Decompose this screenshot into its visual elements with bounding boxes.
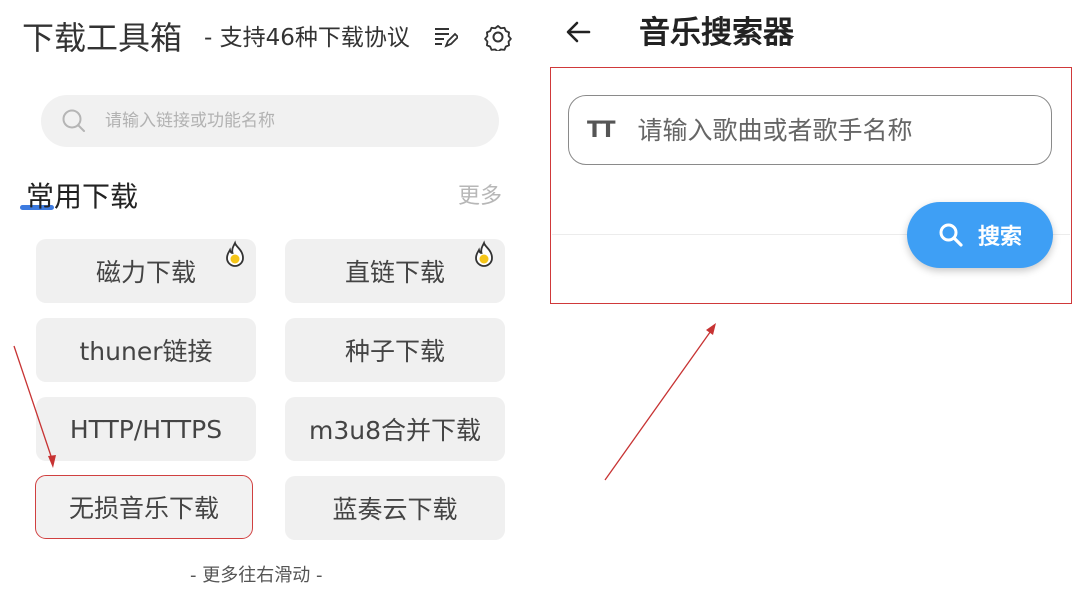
arrow-to-lossless-tile bbox=[13, 345, 56, 468]
annotation-arrows bbox=[13, 323, 716, 481]
arrow-to-music-searcher bbox=[604, 323, 716, 481]
